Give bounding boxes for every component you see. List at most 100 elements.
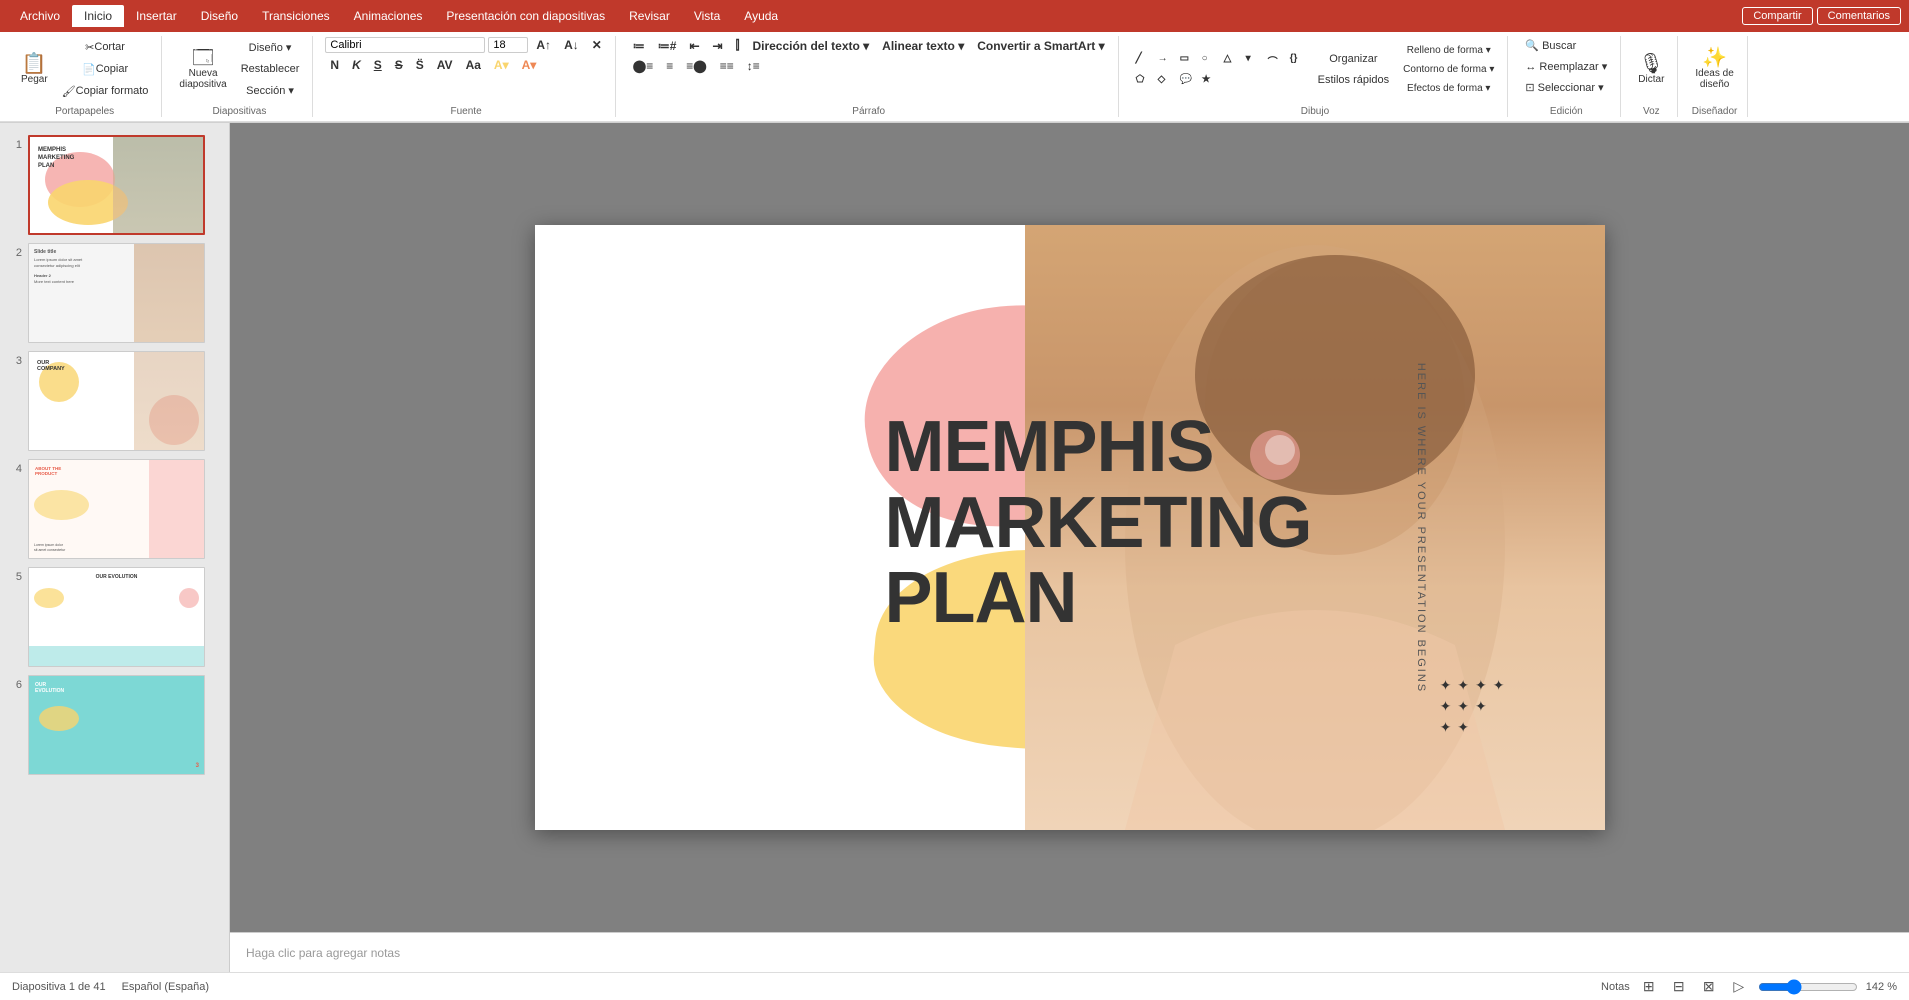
shape-callout[interactable]: 💬 [1175, 72, 1195, 87]
shape-bracket[interactable]: {} [1285, 51, 1305, 70]
shape-more[interactable]: ▾ [1241, 51, 1261, 70]
presenter-view-button[interactable]: ▷ [1728, 976, 1750, 998]
shape-line[interactable]: ╱ [1131, 51, 1151, 70]
tab-ayuda[interactable]: Ayuda [732, 5, 790, 27]
zoom-slider[interactable] [1758, 979, 1858, 995]
new-slide-button[interactable]: 🗔 Nuevadiapositiva [174, 45, 231, 93]
bold-button[interactable]: N [325, 56, 344, 74]
organizar-button[interactable]: Organizar [1313, 50, 1395, 68]
bird-2: ✦ [1457, 677, 1469, 694]
canvas-wrapper[interactable]: MEMPHIS MARKETING PLAN HERE IS WHERE YOU… [230, 123, 1909, 932]
tab-revisar[interactable]: Revisar [617, 5, 682, 27]
line-spacing-button[interactable]: ↕≡ [742, 57, 765, 75]
tab-animaciones[interactable]: Animaciones [342, 5, 435, 27]
slide-thumb-3[interactable]: 3 OURCOMPANY [0, 347, 229, 455]
slide-thumb-4[interactable]: 4 ABOUT THEPRODUCT Lorem ipsum dolorsit … [0, 455, 229, 563]
ideas-diseno-button[interactable]: ✨ Ideas dediseño [1690, 45, 1738, 93]
voz-content: 🎙 Dictar [1633, 36, 1669, 102]
slide-preview-2: Slide title Lorem ipsum dolor sit amet c… [28, 243, 205, 343]
font-shrink-button[interactable]: A↓ [559, 36, 584, 54]
numbering-button[interactable]: ≔# [653, 37, 682, 55]
portapapeles-content: 📋 Pegar ✂ Cortar 📄 Copiar 🖌 Copiar forma… [16, 36, 153, 102]
bird-row-3: ✦ ✦ [1440, 719, 1505, 736]
shape-rect[interactable]: ▭ [1175, 51, 1195, 70]
microphone-icon: 🎙 [1639, 54, 1664, 74]
copy-format-button[interactable]: 🖌 Copiar formato [57, 82, 154, 101]
slide-thumb-6[interactable]: 6 OUREVOLUTION 3 [0, 671, 229, 779]
buscar-button[interactable]: 🔍 Buscar [1520, 36, 1581, 55]
bird-row-1: ✦ ✦ ✦ ✦ [1440, 677, 1505, 694]
slide-num-6: 6 [8, 679, 22, 691]
copy-button[interactable]: 📄 Copiar [57, 60, 154, 79]
shape-diamond[interactable]: ◇ [1153, 72, 1173, 87]
columns-button[interactable]: ⫿ [731, 36, 745, 55]
reset-button[interactable]: Restablecer [236, 60, 305, 78]
share-button[interactable]: Compartir [1742, 7, 1812, 25]
contorno-button[interactable]: Contorno de forma ▾ [1398, 61, 1499, 78]
slide-num-5: 5 [8, 571, 22, 583]
font-size-input[interactable] [488, 37, 528, 53]
layout-button[interactable]: Diseño ▾ [236, 38, 305, 57]
shape-arrow[interactable]: → [1153, 51, 1173, 70]
case-button[interactable]: Aa [461, 56, 486, 74]
tab-archivo[interactable]: Archivo [8, 5, 72, 27]
slide-thumb-2[interactable]: 2 Slide title Lorem ipsum dolor sit amet… [0, 239, 229, 347]
section-button[interactable]: Sección ▾ [236, 81, 305, 100]
slide-sorter-button[interactable]: ⊟ [1668, 976, 1690, 998]
tab-vista[interactable]: Vista [682, 5, 732, 27]
strikethrough-button[interactable]: S [390, 56, 408, 74]
bird-6: ✦ [1457, 698, 1469, 715]
tab-insertar[interactable]: Insertar [124, 5, 189, 27]
shape-curve[interactable]: ⌒ [1263, 51, 1283, 70]
align-center-button[interactable]: ≡ [661, 57, 678, 75]
slide-thumb-5[interactable]: 5 OUR EVOLUTION [0, 563, 229, 671]
slide-preview-1: MEMPHISMARKETINGPLAN [28, 135, 205, 235]
slide-thumb-1[interactable]: 1 MEMPHISMARKETINGPLAN [0, 131, 229, 239]
notes-toggle[interactable]: Notas [1601, 981, 1630, 993]
bullets-button[interactable]: ≔ [628, 37, 650, 55]
font-spacing-button[interactable]: AV [432, 56, 458, 74]
parrafo-label: Párrafo [852, 104, 885, 117]
reading-view-button[interactable]: ⊠ [1698, 976, 1720, 998]
increase-indent-button[interactable]: ⇥ [708, 37, 728, 55]
italic-button[interactable]: K [347, 56, 366, 74]
tab-transiciones[interactable]: Transiciones [250, 5, 342, 27]
font-grow-button[interactable]: A↑ [531, 36, 556, 54]
align-right-button[interactable]: ≡⬤ [681, 57, 711, 75]
shape-pentagon[interactable]: ⬠ [1131, 72, 1151, 87]
tab-diseno[interactable]: Diseño [189, 5, 250, 27]
tab-presentacion[interactable]: Presentación con diapositivas [434, 5, 617, 27]
estilos-button[interactable]: Estilos rápidos [1313, 71, 1395, 89]
font-color-button[interactable]: A▾ [517, 56, 542, 74]
design-icon: ✨ [1702, 48, 1727, 68]
align-text-button[interactable]: Alinear texto ▾ [877, 37, 969, 55]
normal-view-button[interactable]: ⊞ [1638, 976, 1660, 998]
font-name-input[interactable] [325, 37, 485, 53]
cut-button[interactable]: ✂ Cortar [57, 38, 154, 57]
clear-format-button[interactable]: ✕ [587, 36, 607, 54]
tab-inicio[interactable]: Inicio [72, 5, 124, 27]
ribbon: Archivo Inicio Insertar Diseño Transicio… [0, 0, 1909, 123]
highlight-button[interactable]: A▾ [489, 56, 514, 74]
seleccionar-button[interactable]: ⊡ Seleccionar ▾ [1520, 78, 1608, 97]
shape-star[interactable]: ★ [1197, 72, 1217, 87]
efectos-button[interactable]: Efectos de forma ▾ [1398, 80, 1499, 97]
shape-circle[interactable]: ○ [1197, 51, 1217, 70]
dictar-button[interactable]: 🎙 Dictar [1633, 51, 1669, 88]
comments-button[interactable]: Comentarios [1817, 7, 1901, 25]
notes-bar[interactable]: Haga clic para agregar notas [230, 932, 1909, 972]
slide-num-1: 1 [8, 139, 22, 151]
text-direction-button[interactable]: Dirección del texto ▾ [747, 37, 874, 55]
group-fuente: A↑ A↓ ✕ N K S S S̈ AV Aa A▾ A▾ Fuente [317, 36, 615, 117]
paste-button[interactable]: 📋 Pegar [16, 51, 53, 88]
align-left-button[interactable]: ⬤≡ [628, 57, 658, 75]
decrease-indent-button[interactable]: ⇤ [684, 37, 704, 55]
smartart-button[interactable]: Convertir a SmartArt ▾ [972, 37, 1109, 55]
slide-canvas[interactable]: MEMPHIS MARKETING PLAN HERE IS WHERE YOU… [535, 225, 1605, 830]
shadow-button[interactable]: S̈ [411, 56, 429, 74]
justify-button[interactable]: ≡≡ [715, 57, 739, 75]
reemplazar-button[interactable]: ↔ Reemplazar ▾ [1520, 57, 1612, 76]
shape-tri[interactable]: △ [1219, 51, 1239, 70]
underline-button[interactable]: S [369, 56, 387, 74]
relleno-button[interactable]: Relleno de forma ▾ [1398, 42, 1499, 59]
